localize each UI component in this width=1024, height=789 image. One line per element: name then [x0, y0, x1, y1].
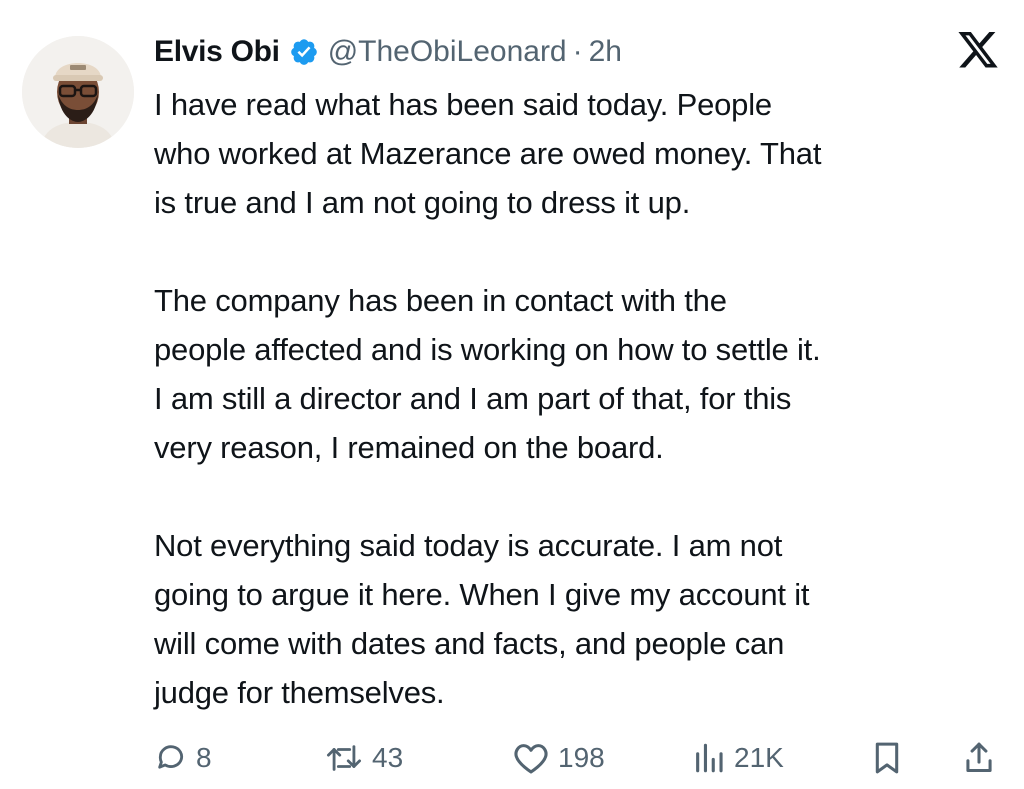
tweet-paragraph-2: The company has been in contact with the…	[154, 276, 1004, 472]
tweet-paragraph-1: I have read what has been said today. Pe…	[154, 80, 1004, 227]
action-bar: 8 43 198 21K	[154, 736, 1004, 780]
header-separator: ·	[572, 35, 583, 68]
share-icon	[962, 740, 996, 776]
text-line: very reason, I remained on the board.	[154, 430, 664, 465]
text-line: I am still a director and I am part of t…	[154, 381, 792, 416]
reply-button[interactable]: 8	[154, 736, 212, 780]
avatar-image	[22, 36, 134, 148]
text-line: people affected and is working on how to…	[154, 332, 821, 367]
tweet-paragraph-3: Not everything said today is accurate. I…	[154, 521, 1004, 717]
repost-count: 43	[372, 742, 404, 773]
text-line: who worked at Mazerance are owed money. …	[154, 136, 822, 171]
text-line: I have read what has been said today. Pe…	[154, 87, 772, 122]
x-logo-icon[interactable]	[956, 32, 1000, 72]
text-line: judge for themselves.	[154, 675, 445, 710]
bookmark-icon	[870, 740, 904, 776]
avatar[interactable]	[22, 36, 134, 148]
like-button[interactable]: 198	[512, 736, 605, 780]
tweet-text: I have read what has been said today. Pe…	[154, 80, 1004, 717]
views-button[interactable]: 21K	[692, 736, 784, 780]
tweet-header: Elvis Obi @TheObiLeonard · 2h	[154, 30, 622, 74]
views-count: 21K	[734, 742, 784, 773]
post-timestamp[interactable]: 2h	[589, 35, 622, 69]
heart-icon	[512, 741, 550, 775]
like-count: 198	[558, 742, 605, 773]
share-button[interactable]	[962, 736, 996, 780]
author-handle[interactable]: @TheObiLeonard	[328, 35, 567, 69]
verified-badge-icon	[289, 37, 319, 67]
bookmark-button[interactable]	[870, 736, 904, 780]
text-line: The company has been in contact with the	[154, 283, 727, 318]
text-line: Not everything said today is accurate. I…	[154, 528, 783, 563]
text-line: going to argue it here. When I give my a…	[154, 577, 810, 612]
reply-icon	[154, 741, 188, 775]
text-line: is true and I am not going to dress it u…	[154, 185, 691, 220]
repost-button[interactable]: 43	[324, 736, 403, 780]
views-icon	[692, 741, 726, 775]
repost-icon	[324, 741, 364, 775]
author-name[interactable]: Elvis Obi	[154, 35, 280, 69]
reply-count: 8	[196, 742, 212, 773]
tweet-card: Elvis Obi @TheObiLeonard · 2h I have rea…	[0, 0, 1024, 789]
text-line: will come with dates and facts, and peop…	[154, 626, 785, 661]
